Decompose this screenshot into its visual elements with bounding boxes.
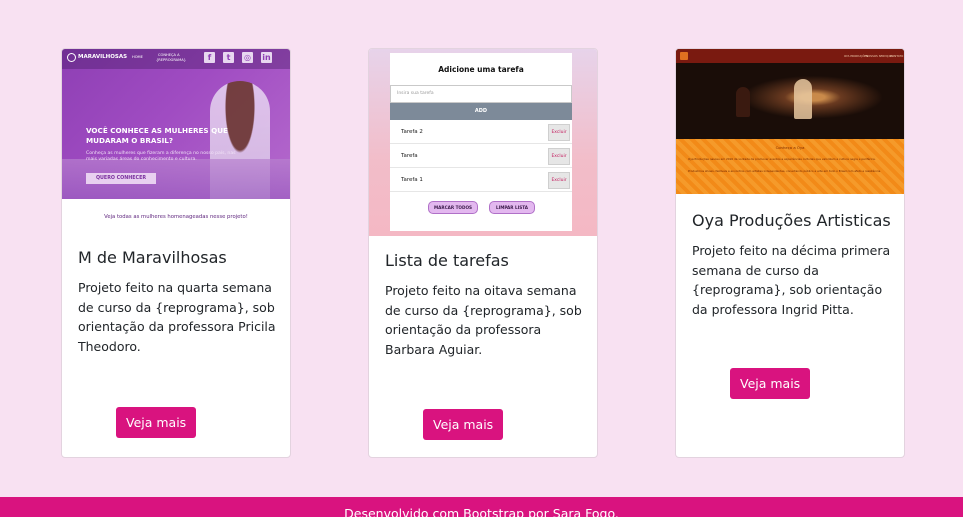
todo-input: Insira sua tarefa [390,85,572,103]
card-title: M de Maravilhosas [78,248,227,267]
thumbnail-headline: VOCÊ CONHECE AS MULHERES QUE MUDARAM O B… [86,126,256,146]
thumbnail-nav-link: CONTATO [890,54,904,58]
thumbnail-section-text: Oya Produções nasceu em 2016 da vontade … [688,157,876,161]
card-title: Oya Produções Artisticas [692,211,891,230]
project-card-oya: OYA PRODUÇÕES NOSSOS SERVIÇOS CONTATO Co… [675,48,905,458]
todo-row: Tarefa Excluir [390,146,572,168]
footer-text: Desenvolvido com Bootstrap por Sara Fogo… [344,506,619,517]
todo-row-label: Tarefa 2 [401,129,423,135]
card-description: Projeto feito na oitava semana de curso … [385,283,582,357]
todo-clear-list-button: LIMPAR LISTA [489,201,535,214]
todo-panel: Adicione uma tarefa Insira sua tarefa AD… [390,53,572,231]
todo-row-label: Tarefa 1 [401,177,423,183]
photo-stage [676,63,904,139]
twitter-icon: t [223,52,234,63]
footer: Desenvolvido com Bootstrap por Sara Fogo… [0,497,963,517]
card-description: Projeto feito na décima primera semana d… [692,243,891,317]
thumbnail-nav-reprograma: {REPROGRAMA} [156,58,186,62]
card-description: Projeto feito na quarta semana de curso … [78,280,276,354]
thumbnail-nav-link: NOSSOS SERVIÇOS [866,54,893,58]
oya-logo-icon [680,52,688,60]
thumbnail-navbar: OYA PRODUÇÕES NOSSOS SERVIÇOS CONTATO [676,49,904,63]
thumbnail-nav-home: HOME [132,55,143,59]
subtext-line-2: mais variadas áreas do conhecimento e cu… [86,157,197,162]
todo-delete-button: Excluir [548,124,570,141]
thumbnail-subtext: Conheça as mulheres que fizeram a difere… [86,151,256,163]
card-title: Lista de tarefas [385,251,509,270]
todo-title: Adicione uma tarefa [438,65,524,74]
thumbnail-cta: QUERO CONHECER [86,173,156,184]
todo-row: Tarefa 1 Excluir [390,170,572,192]
thumbnail-nav-link: OYA PRODUÇÕES [844,54,869,58]
facebook-icon: f [204,52,215,63]
project-thumbnail: Adicione uma tarefa Insira sua tarefa AD… [369,49,597,236]
logo-icon [67,53,76,62]
headline-line-1: VOCÊ CONHECE AS MULHERES QUE [86,126,228,135]
thumbnail-nav-conheca: CONHEÇA A [158,53,180,57]
veja-mais-button[interactable]: Veja mais [730,368,811,399]
thumbnail-section-title: Conheça a Oya [775,145,805,150]
project-thumbnail: MARAVILHOSAS HOME CONHEÇA A {REPROGRAMA}… [62,49,290,199]
todo-delete-button: Excluir [548,172,570,189]
thumbnail-logo: MARAVILHOSAS [78,54,128,60]
photo-performer [794,79,812,119]
todo-delete-button: Excluir [548,148,570,165]
headline-line-2: MUDARAM O BRASIL? [86,136,174,145]
project-thumbnail: OYA PRODUÇÕES NOSSOS SERVIÇOS CONTATO Co… [676,49,904,194]
thumbnail-caption: Veja todas as mulheres homenageadas ness… [104,214,248,220]
todo-row-label: Tarefa [401,153,418,159]
thumbnail-section-text: Produzimos shows, festivais e encontros … [688,169,882,173]
linkedin-icon: in [261,52,272,63]
todo-mark-all-button: MARCAR TODOS [428,201,478,214]
todo-add-button: ADD [390,103,572,120]
instagram-icon: ◎ [242,52,253,63]
project-card-maravilhosas: MARAVILHOSAS HOME CONHEÇA A {REPROGRAMA}… [61,48,291,458]
project-card-lista-de-tarefas: Adicione uma tarefa Insira sua tarefa AD… [368,48,598,458]
veja-mais-button[interactable]: Veja mais [423,409,504,440]
veja-mais-button[interactable]: Veja mais [116,407,197,438]
photo-performer [736,87,750,117]
todo-row: Tarefa 2 Excluir [390,122,572,144]
